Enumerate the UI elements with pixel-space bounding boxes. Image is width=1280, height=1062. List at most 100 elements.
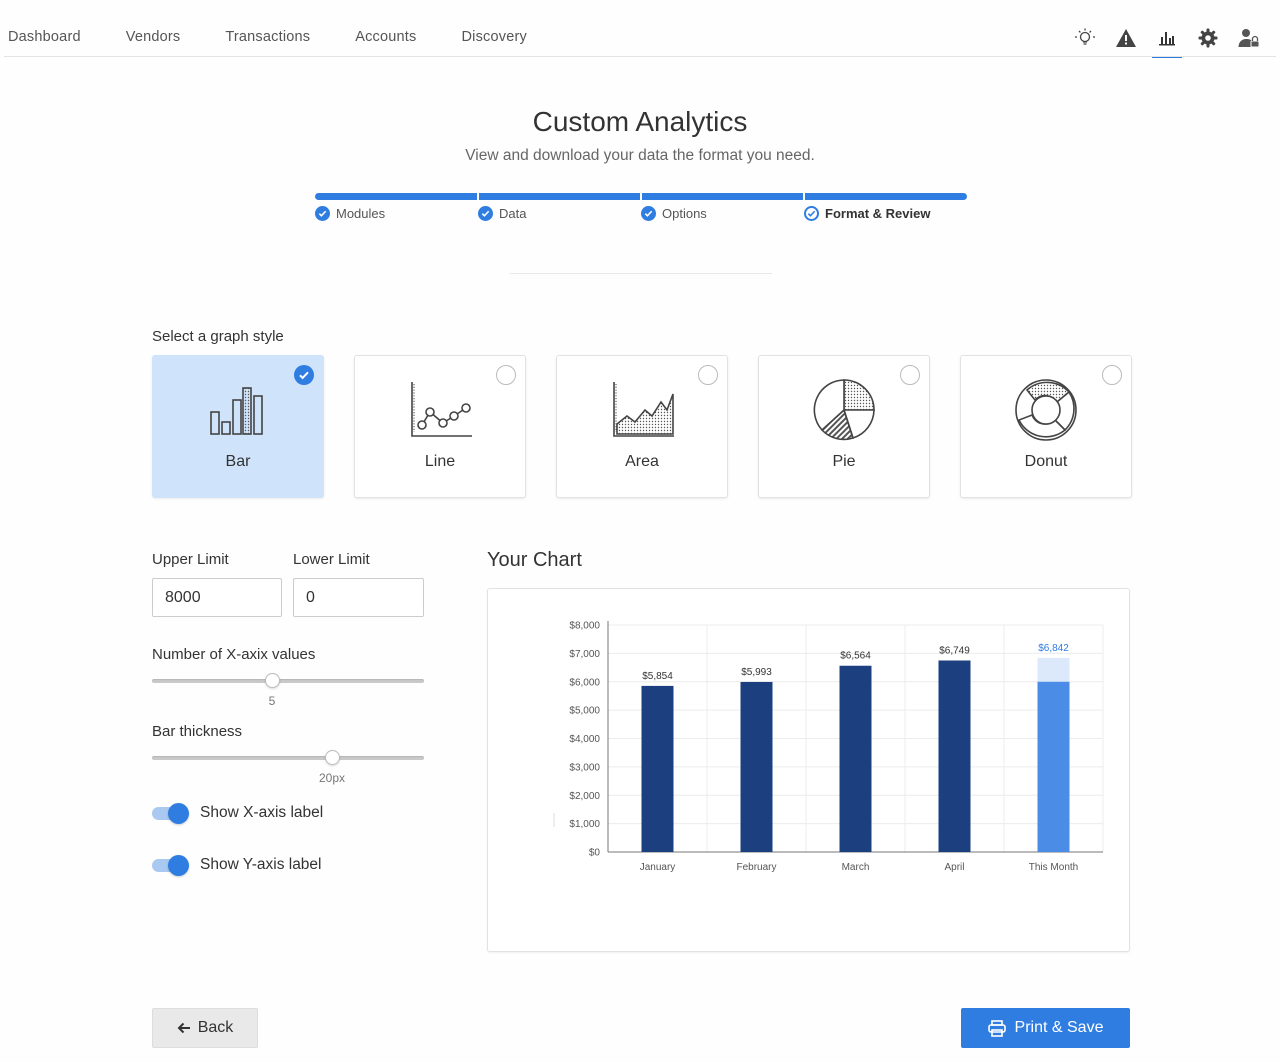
x-axis-values-slider[interactable] (152, 673, 424, 689)
show-y-axis-toggle[interactable] (152, 855, 190, 876)
upper-limit-input[interactable] (152, 578, 282, 617)
print-save-button-label: Print & Save (1014, 1019, 1104, 1036)
graph-style-card-line[interactable]: Line (354, 355, 526, 498)
radio-unchecked-icon[interactable] (496, 365, 516, 385)
graph-style-card-area[interactable]: Area (556, 355, 728, 498)
show-x-axis-toggle[interactable] (152, 803, 190, 824)
data-label: $5,993 (741, 667, 772, 678)
y-tick-label: $7,000 (569, 649, 600, 660)
nav-icons (1072, 25, 1277, 58)
settings-gear-icon[interactable] (1195, 25, 1221, 51)
nav-link-accounts[interactable]: Accounts (355, 29, 416, 45)
graph-style-label: Select a graph style (152, 328, 284, 345)
x-tick-label: April (944, 862, 964, 873)
x-tick-label: March (842, 862, 870, 873)
check-circle-icon (315, 206, 330, 221)
step-data[interactable]: Data (478, 206, 641, 221)
lightbulb-icon[interactable] (1072, 25, 1098, 51)
line-chart-icon (411, 382, 472, 437)
bar-march (839, 665, 872, 852)
nav-links: Dashboard Vendors Transactions Accounts … (8, 29, 572, 45)
x-axis-values-label: Number of X-axix values (152, 646, 316, 663)
toggle-knob (168, 855, 189, 876)
step-label: Data (499, 206, 527, 221)
graph-style-card-donut[interactable]: Donut (960, 355, 1132, 498)
data-label: $6,842 (1038, 643, 1069, 654)
y-tick-label: $8,000 (569, 621, 600, 632)
bar-this-month (1037, 681, 1070, 852)
slider-track (152, 679, 424, 683)
show-y-axis-label: Show Y-axis label (200, 856, 322, 873)
bar-chart: $0 $1,000 $2,000 $3,000 $4,000 $5,000 $6,000 $7… (553, 621, 1104, 873)
chart-container: $0 $1,000 $2,000 $3,000 $4,000 $5,000 $6,000 $7… (487, 588, 1130, 952)
y-tick-label: $1,000 (569, 819, 600, 830)
step-modules[interactable]: Modules (315, 206, 478, 221)
step-label: Modules (336, 206, 386, 221)
bar-thickness-readout: 20px (318, 771, 346, 785)
arrow-left-icon (177, 1022, 190, 1034)
page-title: Custom Analytics (532, 106, 748, 137)
print-save-button[interactable]: Print & Save (961, 1008, 1130, 1048)
nav-link-vendors[interactable]: Vendors (126, 29, 181, 45)
y-tick-label: $5,000 (569, 706, 600, 717)
slider-thumb[interactable] (265, 673, 280, 688)
bar-january (641, 685, 674, 852)
data-label: $5,854 (642, 671, 673, 682)
bar-chart-icon (210, 387, 263, 435)
x-tick-label: January (640, 862, 676, 873)
show-x-axis-label: Show X-axis label (200, 804, 324, 821)
check-circle-icon (478, 206, 493, 221)
graph-style-options: Bar Line Area Pie Donut (152, 355, 1162, 498)
top-nav: Dashboard Vendors Transactions Accounts … (0, 0, 1280, 58)
radio-unchecked-icon[interactable] (900, 365, 920, 385)
y-tick-label: $2,000 (569, 791, 600, 802)
warning-icon[interactable] (1113, 25, 1139, 51)
radio-unchecked-icon[interactable] (698, 365, 718, 385)
slider-thumb[interactable] (325, 750, 340, 765)
printer-icon (987, 1019, 1006, 1037)
x-tick-label: February (736, 862, 776, 873)
y-tick-label: $6,000 (569, 677, 600, 688)
x-axis-values-readout: 5 (268, 694, 276, 708)
back-button[interactable]: Back (152, 1008, 258, 1048)
bar-projected-this-month (1037, 657, 1070, 682)
radio-checked-icon[interactable] (294, 365, 314, 385)
y-tick-label: $0 (589, 848, 601, 859)
y-tick-label: $3,000 (569, 762, 600, 773)
bar-thickness-label: Bar thickness (152, 723, 243, 740)
upper-limit-label: Upper Limit (152, 551, 229, 568)
nav-link-transactions[interactable]: Transactions (225, 29, 310, 45)
graph-style-label-donut: Donut (1024, 453, 1068, 470)
bar-april (938, 660, 971, 852)
area-chart-icon (613, 382, 674, 437)
nav-divider (4, 56, 1276, 57)
analytics-icon[interactable] (1152, 25, 1182, 58)
nav-link-dashboard[interactable]: Dashboard (8, 29, 81, 45)
lower-limit-label: Lower Limit (293, 551, 370, 568)
nav-link-discovery[interactable]: Discovery (461, 29, 526, 45)
check-circle-outline-icon (804, 206, 819, 221)
stepper-progress-bar (315, 193, 967, 200)
slider-track (152, 756, 424, 760)
section-divider (510, 273, 772, 274)
graph-style-label-line: Line (424, 453, 456, 470)
data-label: $6,564 (840, 651, 871, 662)
lower-limit-input[interactable] (293, 578, 424, 617)
graph-style-label-pie: Pie (832, 453, 856, 470)
user-lock-icon[interactable] (1236, 25, 1262, 51)
bar-thickness-slider[interactable] (152, 750, 424, 766)
progress-stepper: Modules Data Options Format & Review (315, 193, 967, 221)
graph-style-card-bar[interactable]: Bar (152, 355, 324, 498)
check-circle-icon (641, 206, 656, 221)
graph-style-card-pie[interactable]: Pie (758, 355, 930, 498)
chart-title: Your Chart (487, 549, 582, 571)
back-button-label: Back (197, 1019, 234, 1036)
step-label: Options (662, 206, 707, 221)
step-options[interactable]: Options (641, 206, 804, 221)
radio-unchecked-icon[interactable] (1102, 365, 1122, 385)
toggle-knob (168, 803, 189, 824)
graph-style-label-area: Area (625, 453, 659, 470)
pie-chart-icon (813, 379, 875, 441)
step-format-review[interactable]: Format & Review (804, 206, 967, 221)
data-label: $6,749 (939, 645, 970, 656)
